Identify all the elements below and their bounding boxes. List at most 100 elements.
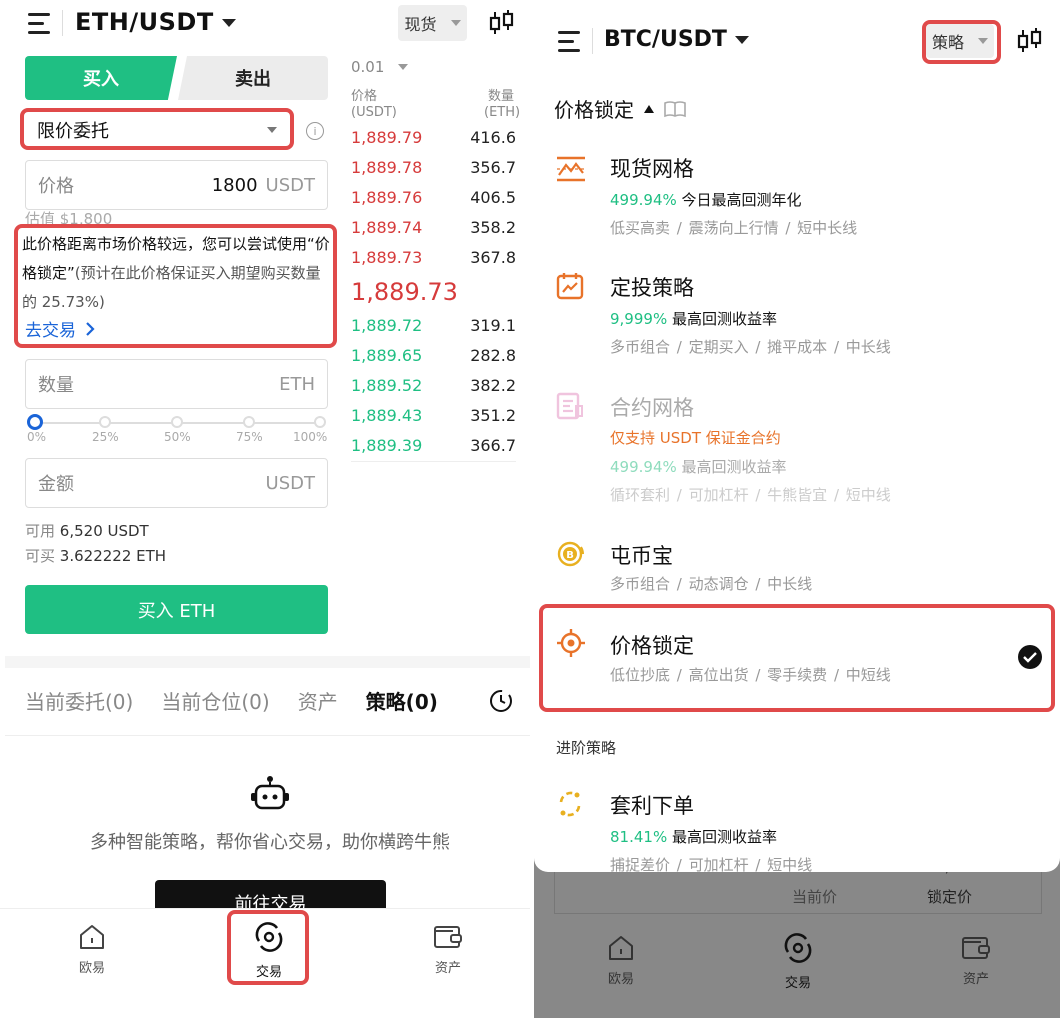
calendar-chart-icon: [556, 272, 584, 300]
ask-qty: 356.7: [470, 158, 516, 177]
nav-trade-label: 交易: [784, 976, 811, 991]
info-icon[interactable]: i: [306, 122, 324, 140]
divider: [351, 461, 516, 462]
nav-assets[interactable]: 资产: [931, 934, 1021, 987]
behind-lock-label: 锁定价: [927, 888, 973, 906]
ask-price: 1,889.76: [351, 188, 423, 207]
slider-mark: [171, 416, 183, 428]
grid-strategy-icon: [556, 156, 586, 182]
section-divider: [5, 656, 530, 668]
buy-eth-button[interactable]: 买入 ETH: [25, 585, 328, 634]
chevron-down-icon: [978, 38, 988, 44]
bid-row[interactable]: 1,889.43 351.2: [351, 406, 516, 425]
bid-row[interactable]: 1,889.72 319.1: [351, 316, 516, 335]
ask-row[interactable]: 1,889.76 406.5: [351, 188, 516, 207]
ask-price: 1,889.78: [351, 158, 423, 177]
price-unit: USDT: [265, 174, 315, 196]
futures-grid-icon: [556, 392, 584, 420]
bottom-nav: 欧易 交易 资产: [0, 908, 530, 1018]
strategy-name[interactable]: 套利下单: [610, 790, 694, 820]
ask-row[interactable]: 1,889.79 416.6: [351, 128, 516, 147]
sell-tab[interactable]: 卖出: [178, 56, 328, 100]
price-lock-tip: 此价格距离市场价格较远，您可以尝试使用“价格锁定”(预计在此价格保证买入期望购买…: [22, 230, 332, 317]
strategy-name[interactable]: 定投策略: [610, 272, 694, 302]
candlestick-icon[interactable]: [488, 10, 516, 36]
divider: [592, 28, 593, 54]
trade-icon: [255, 922, 283, 952]
tab-open-orders[interactable]: 当前委托(0): [25, 686, 133, 715]
candlestick-icon[interactable]: [1016, 28, 1044, 54]
bid-row[interactable]: 1,889.65 282.8: [351, 346, 516, 365]
slider-handle[interactable]: [27, 414, 43, 430]
bid-price: 1,889.43: [351, 406, 423, 425]
order-type-select[interactable]: 限价委托: [25, 113, 289, 147]
buy-tab[interactable]: 买入: [25, 56, 177, 100]
tab-positions[interactable]: 当前仓位(0): [161, 686, 269, 715]
ask-row[interactable]: 1,889.78 356.7: [351, 158, 516, 177]
nav-home[interactable]: 欧易: [47, 923, 137, 976]
tab-assets[interactable]: 资产: [298, 686, 338, 715]
go-trade-link[interactable]: 去交易: [25, 316, 95, 341]
chevron-down-icon: [398, 64, 409, 70]
nav-assets-label: 资产: [434, 961, 461, 976]
bid-qty: 366.7: [470, 436, 516, 455]
right-screen: 25,000 当前价 锁定价 BTC/USDT 策略 价格锁定 现货网格 499…: [534, 0, 1060, 1018]
pair-selector[interactable]: BTC/USDT: [604, 27, 749, 52]
nav-trade-label: 交易: [255, 965, 282, 980]
nav-home[interactable]: 欧易: [576, 934, 666, 987]
pair-label: ETH/USDT: [75, 8, 214, 36]
strategy-pill[interactable]: 策略: [926, 24, 994, 58]
bid-row[interactable]: 1,889.39 366.7: [351, 436, 516, 455]
nav-assets[interactable]: 资产: [403, 923, 493, 976]
ask-row[interactable]: 1,889.74 358.2: [351, 218, 516, 237]
price-input[interactable]: 价格 1800 USDT: [25, 160, 328, 210]
bid-qty: 351.2: [470, 406, 516, 425]
pair-selector[interactable]: ETH/USDT: [75, 8, 236, 36]
ask-qty: 367.8: [470, 248, 516, 267]
slider-label: 50%: [164, 430, 191, 444]
chevron-down-icon: [734, 36, 749, 44]
bottom-nav: 欧易 交易 资产: [534, 920, 1060, 1018]
strategy-name[interactable]: 现货网格: [610, 153, 694, 183]
order-tabs: 当前委托(0) 当前仓位(0) 资产 策略(0): [25, 686, 438, 715]
tick-size-value: 0.01: [351, 58, 385, 76]
strategy-name[interactable]: 合约网格: [610, 392, 694, 422]
market-type-label: 现货: [404, 15, 437, 34]
tick-size-select[interactable]: 0.01: [351, 58, 409, 76]
buy-eth-label: 买入 ETH: [137, 600, 216, 622]
strategy-tags: 低位抄底 / 高位出货 / 零手续费 / 中短线: [610, 666, 891, 684]
available-value: 6,520 USDT: [59, 522, 149, 540]
order-type-label: 限价委托: [37, 121, 109, 142]
bid-row[interactable]: 1,889.52 382.2: [351, 376, 516, 395]
coin-icon: B: [556, 540, 586, 568]
amount-unit: USDT: [265, 472, 315, 494]
menu-icon[interactable]: [28, 13, 50, 40]
market-type-pill[interactable]: 现货: [398, 5, 467, 41]
menu-icon[interactable]: [558, 31, 580, 58]
ask-row[interactable]: 1,889.73 367.8: [351, 248, 516, 267]
nav-trade[interactable]: 交易: [753, 932, 843, 991]
amount-slider[interactable]: [27, 414, 326, 430]
sell-tab-label: 卖出: [235, 69, 271, 90]
tab-strategies[interactable]: 策略(0): [366, 686, 438, 715]
amount-input[interactable]: 金额 USDT: [25, 458, 328, 508]
section-header[interactable]: 价格锁定: [554, 94, 686, 123]
quantity-label: 数量: [38, 375, 74, 396]
nav-trade[interactable]: 交易: [224, 921, 314, 980]
history-icon[interactable]: [489, 689, 513, 713]
amount-label: 金额: [38, 474, 74, 495]
available-balance: 可用 6,520 USDT: [25, 520, 149, 541]
slider-label: 25%: [92, 430, 119, 444]
quantity-input[interactable]: 数量 ETH: [25, 359, 328, 409]
check-icon: [1018, 645, 1042, 669]
can-buy-value: 3.622222 ETH: [59, 547, 167, 565]
strategy-name[interactable]: 屯币宝: [610, 540, 673, 570]
svg-text:B: B: [566, 550, 574, 561]
strategy-tags: 多币组合 / 定期买入 / 摊平成本 / 中长线: [610, 338, 891, 356]
strategy-return-label: 最高回测收益率: [671, 828, 777, 846]
book-icon[interactable]: [664, 100, 686, 118]
strategy-name[interactable]: 价格锁定: [610, 630, 694, 660]
ask-qty: 358.2: [470, 218, 516, 237]
bid-price: 1,889.72: [351, 316, 423, 335]
strategy-sheet: BTC/USDT 策略 价格锁定 现货网格 499.94% 今日最高回测年化 低…: [534, 0, 1060, 872]
